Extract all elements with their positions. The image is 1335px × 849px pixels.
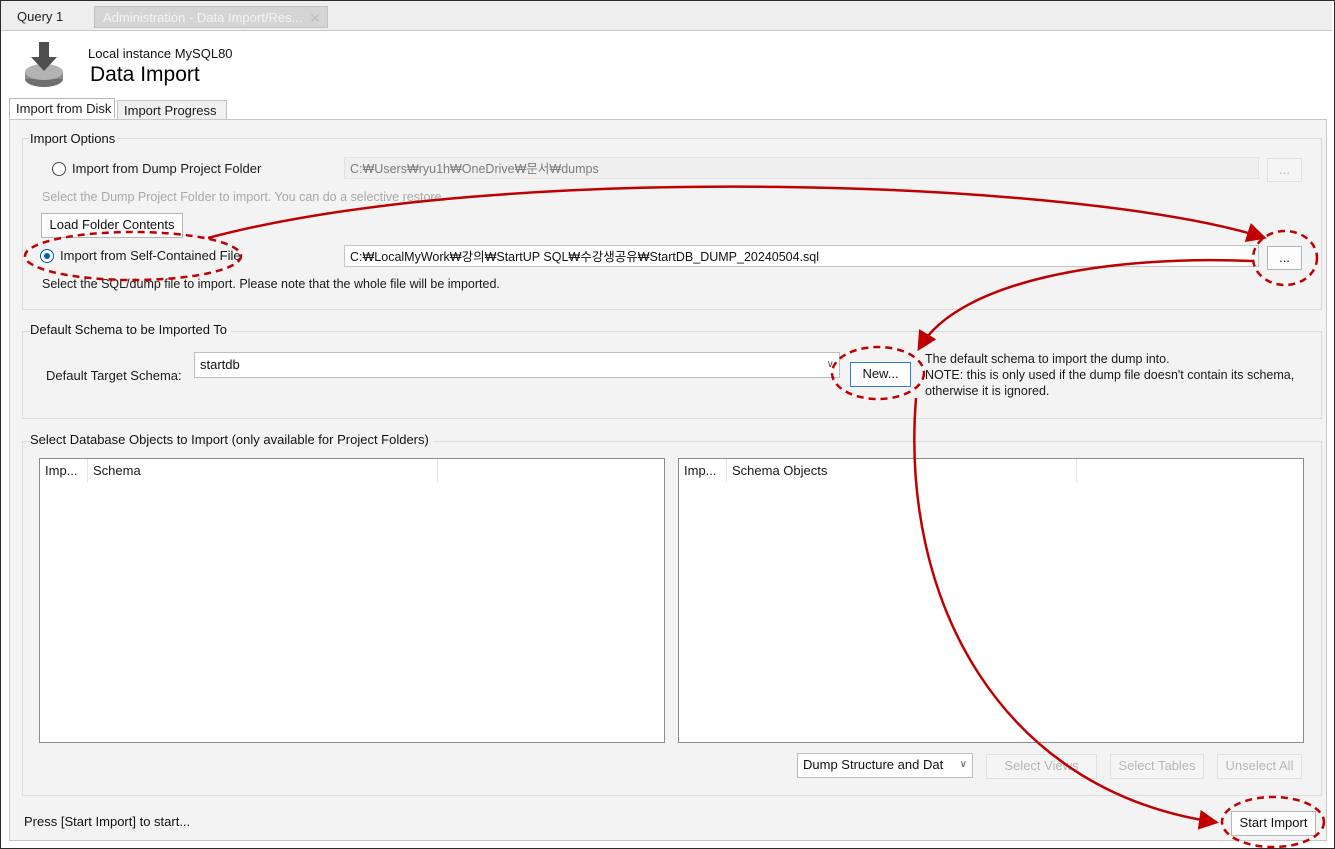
- page-title: Data Import: [90, 63, 200, 86]
- tab-admin-label: Administration - Data Import/Res...: [103, 10, 303, 25]
- dump-project-folder-label: Import from Dump Project Folder: [72, 161, 262, 176]
- dump-folder-path-field[interactable]: C:₩Users₩ryu1h₩OneDrive₩문서₩dumps: [344, 157, 1259, 179]
- import-options-title: Import Options: [30, 131, 120, 146]
- dump-structure-value: Dump Structure and Dat: [803, 757, 944, 772]
- default-schema-note-1: The default schema to import the dump in…: [925, 352, 1170, 366]
- chevron-down-icon: ∨: [959, 759, 967, 770]
- radio-self-contained-file[interactable]: [40, 249, 54, 263]
- self-contained-file-label: Import from Self-Contained File: [60, 248, 241, 263]
- start-import-button[interactable]: Start Import: [1231, 811, 1316, 836]
- load-folder-contents-button[interactable]: Load Folder Contents: [41, 213, 183, 238]
- dump-structure-select[interactable]: Dump Structure and Dat ∨: [797, 753, 973, 778]
- page-header: Local instance MySQL80 Data Import: [20, 40, 620, 94]
- radio-dump-project-folder[interactable]: [52, 162, 66, 176]
- dump-folder-hint: Select the Dump Project Folder to import…: [42, 190, 445, 204]
- column-header-schema[interactable]: Schema: [88, 459, 438, 483]
- status-text: Press [Start Import] to start...: [24, 814, 191, 829]
- self-contained-file-path-field[interactable]: C:₩LocalMyWork₩강의₩StartUP SQL₩수강생공유₩Star…: [344, 245, 1259, 267]
- tab-query-1-label: Query 1: [17, 9, 64, 24]
- instance-name: Local instance MySQL80: [88, 46, 233, 61]
- default-target-schema-label: Default Target Schema:: [46, 368, 182, 383]
- column-header-import[interactable]: Imp...: [40, 459, 88, 483]
- database-import-icon: [25, 42, 63, 87]
- chevron-down-icon: ∨: [826, 359, 834, 370]
- tab-import-progress[interactable]: Import Progress: [117, 100, 227, 121]
- column-header-schema-objects[interactable]: Schema Objects: [727, 459, 1077, 483]
- tab-import-from-disk[interactable]: Import from Disk: [9, 98, 115, 119]
- self-contained-file-hint: Select the SQL/dump file to import. Plea…: [42, 277, 500, 291]
- new-schema-button[interactable]: New...: [850, 362, 911, 387]
- browse-folder-button[interactable]: ...: [1267, 158, 1302, 182]
- default-target-schema-value: startdb: [200, 357, 240, 372]
- default-schema-note-3: otherwise it is ignored.: [925, 384, 1050, 398]
- select-views-button[interactable]: Select Views: [986, 754, 1097, 779]
- column-header-import-objects[interactable]: Imp...: [679, 459, 727, 483]
- database-objects-title: Select Database Objects to Import (only …: [30, 432, 433, 447]
- default-schema-note-2: NOTE: this is only used if the dump file…: [925, 368, 1295, 382]
- tab-query-1[interactable]: Query 1: [9, 6, 89, 28]
- schema-objects-list-header: Imp... Schema Objects: [679, 459, 1303, 483]
- schema-objects-list[interactable]: Imp... Schema Objects: [678, 458, 1304, 743]
- schema-list-header: Imp... Schema: [40, 459, 664, 483]
- default-schema-title: Default Schema to be Imported To: [30, 322, 232, 337]
- close-icon[interactable]: ✕: [309, 7, 321, 29]
- schema-list[interactable]: Imp... Schema: [39, 458, 665, 743]
- tab-administration-data-import[interactable]: Administration - Data Import/Res... ✕: [94, 6, 328, 28]
- unselect-all-button[interactable]: Unselect All: [1217, 754, 1302, 779]
- browse-file-button[interactable]: ...: [1267, 246, 1302, 270]
- default-target-schema-select[interactable]: startdb ∨: [194, 352, 840, 378]
- document-tab-bar: Query 1 Administration - Data Import/Res…: [1, 1, 1332, 31]
- select-tables-button[interactable]: Select Tables: [1110, 754, 1204, 779]
